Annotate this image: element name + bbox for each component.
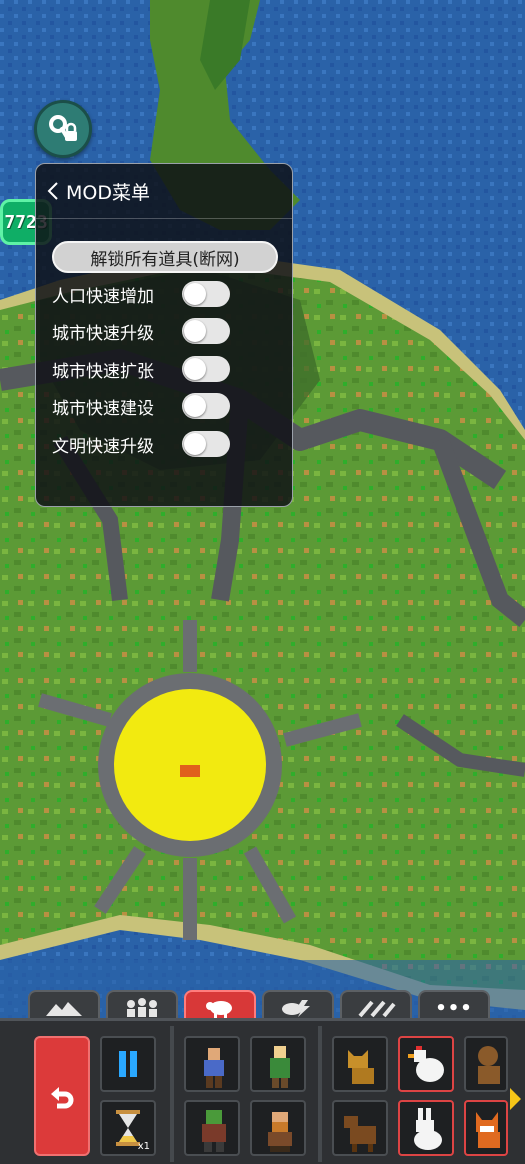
option-row-population: 人口快速增加 (52, 278, 282, 310)
option-label: 城市快速建设 (52, 398, 154, 419)
civ-upgrade-toggle[interactable] (182, 431, 230, 457)
undo-arrow-icon (51, 1087, 74, 1109)
city-expand-toggle[interactable] (182, 356, 230, 382)
animal-dog[interactable] (332, 1100, 388, 1156)
mod-menu-panel: MOD菜单 解锁所有道具(断网) 人口快速增加 城市快速升级 城市快速扩张 城市… (35, 163, 293, 507)
dwarf-icon (268, 1112, 292, 1152)
option-row-city-build: 城市快速建设 (52, 390, 282, 422)
lightning-icon (282, 1000, 310, 1017)
human-icon (204, 1048, 224, 1088)
toolbar-divider (170, 1026, 174, 1162)
option-row-civ-upgrade: 文明快速升级 (52, 428, 282, 460)
creatures-icon (127, 998, 157, 1017)
option-label: 人口快速增加 (52, 286, 154, 307)
rabbit-icon (414, 1108, 442, 1150)
monkey-icon (478, 1046, 500, 1084)
pause-button[interactable] (100, 1036, 156, 1092)
more-icon: ••• (435, 997, 473, 1019)
unit-orc[interactable] (184, 1100, 240, 1156)
pause-icon (119, 1051, 137, 1077)
animal-rabbit[interactable] (398, 1100, 454, 1156)
unit-human[interactable] (184, 1036, 240, 1092)
toolbar-divider (318, 1026, 322, 1162)
key-lock-icon (49, 115, 77, 141)
option-row-city-upgrade: 城市快速升级 (52, 315, 282, 347)
option-label: 城市快速扩张 (52, 361, 154, 382)
scroll-right-arrow-icon[interactable] (510, 1088, 521, 1110)
orc-icon (202, 1110, 226, 1152)
dog-icon (344, 1116, 376, 1152)
time-speed-button[interactable]: x1 (100, 1100, 156, 1156)
animal-monkey[interactable] (464, 1036, 508, 1092)
time-speed-label: x1 (137, 1141, 150, 1152)
mod-menu-title: MOD菜单 (66, 181, 150, 204)
cat-icon (348, 1050, 374, 1084)
chevron-left-icon[interactable] (46, 181, 60, 201)
undo-button[interactable] (34, 1036, 90, 1156)
mountains-icon (46, 1002, 82, 1016)
sheep-icon (206, 1001, 232, 1018)
population-toggle[interactable] (182, 281, 230, 307)
tools-icon (358, 1000, 396, 1018)
chicken-icon (408, 1046, 444, 1082)
mod-menu-header[interactable]: MOD菜单 (36, 164, 292, 219)
option-row-city-expand: 城市快速扩张 (52, 353, 282, 385)
animal-fox[interactable] (464, 1100, 508, 1156)
city-upgrade-toggle[interactable] (182, 318, 230, 344)
city-build-toggle[interactable] (182, 393, 230, 419)
option-label: 城市快速升级 (52, 323, 154, 344)
option-label: 文明快速升级 (52, 436, 154, 457)
fox-icon (476, 1112, 500, 1148)
mod-key-button[interactable] (34, 100, 92, 158)
animal-cat[interactable] (332, 1036, 388, 1092)
animal-chicken[interactable] (398, 1036, 454, 1092)
unit-dwarf[interactable] (250, 1100, 306, 1156)
unlock-all-items-button[interactable]: 解锁所有道具(断网) (52, 241, 278, 273)
elf-icon (270, 1046, 290, 1088)
unit-elf[interactable] (250, 1036, 306, 1092)
